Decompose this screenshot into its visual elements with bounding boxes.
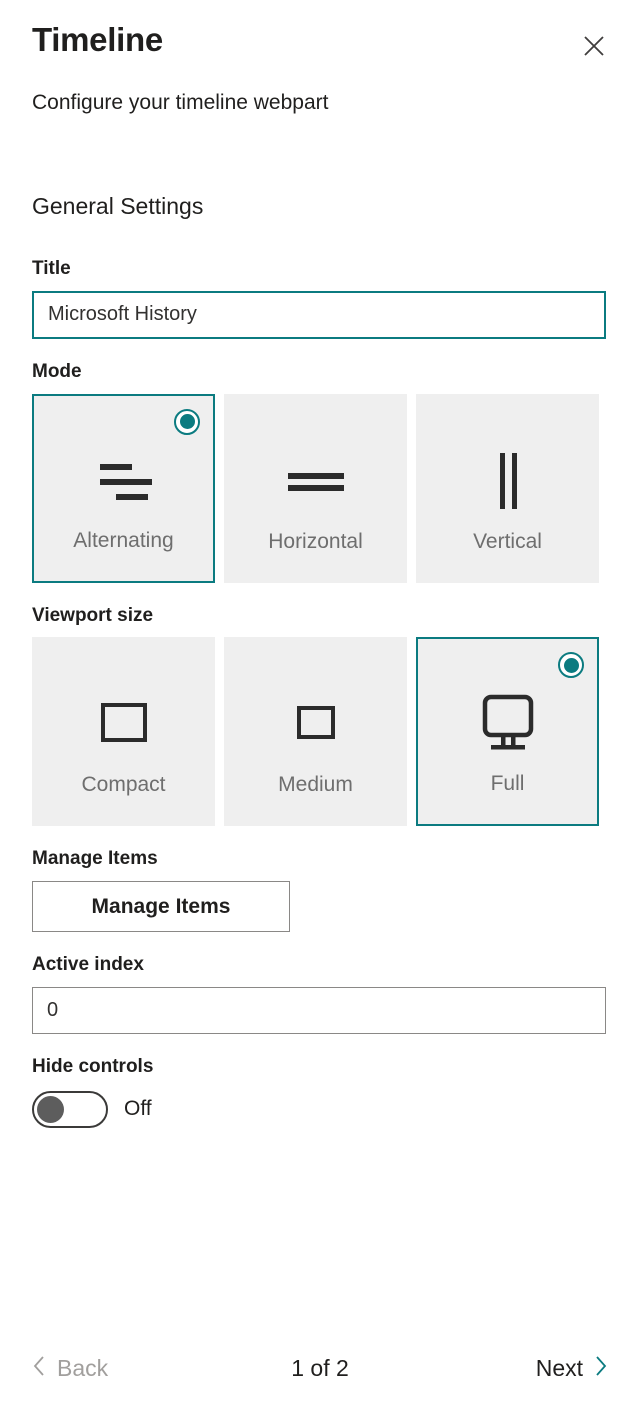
active-index-value: 0 [47, 998, 59, 1021]
horizontal-lines-icon [225, 445, 406, 517]
viewport-tile-medium[interactable]: Medium [224, 637, 407, 827]
close-icon [581, 33, 607, 59]
viewport-tile-group: Compact Medium Full [32, 637, 608, 827]
section-heading-general-settings: General Settings [32, 193, 204, 219]
back-label: Back [57, 1355, 109, 1381]
title-input[interactable]: Microsoft History [32, 290, 606, 339]
mode-tile-alternating[interactable]: Alternating [32, 393, 215, 583]
mode-tile-label: Horizontal [268, 529, 363, 553]
title-input-value: Microsoft History [48, 303, 197, 326]
chevron-right-icon [594, 1355, 608, 1383]
hide-controls-state: Off [124, 1097, 152, 1121]
active-index-label: Active index [32, 954, 144, 976]
rectangle-small-icon [225, 688, 406, 760]
rectangle-large-icon [33, 688, 214, 760]
chevron-left-icon [32, 1355, 46, 1383]
header-row: Timeline [32, 21, 608, 64]
panel-header: Timeline Configure your timeline webpart [0, 0, 640, 115]
mode-tile-label: Vertical [473, 529, 542, 553]
mode-tile-group: Alternating Horizontal Vertical [32, 393, 608, 583]
viewport-tile-compact[interactable]: Compact [32, 637, 215, 827]
viewport-tile-label: Full [490, 772, 525, 796]
hide-controls-label: Hide controls [32, 1055, 154, 1077]
monitor-icon [418, 689, 597, 761]
close-button[interactable] [576, 28, 612, 64]
page-title: Timeline [32, 21, 163, 58]
viewport-tile-label: Medium [278, 773, 353, 797]
radio-selected-icon [558, 652, 584, 679]
viewport-group-label: Viewport size [32, 604, 154, 626]
next-button[interactable]: Next [536, 1355, 608, 1383]
toggle-knob [37, 1095, 64, 1123]
radio-selected-icon [174, 408, 200, 435]
mode-tile-label: Alternating [73, 528, 174, 552]
viewport-tile-full[interactable]: Full [416, 637, 599, 827]
panel-subtitle: Configure your timeline webpart [32, 91, 329, 114]
viewport-tile-label: Compact [81, 773, 166, 797]
hide-controls-toggle[interactable] [32, 1090, 108, 1128]
active-index-input[interactable]: 0 [32, 986, 606, 1034]
mode-tile-vertical[interactable]: Vertical [416, 393, 599, 583]
mode-tile-horizontal[interactable]: Horizontal [224, 393, 407, 583]
property-pane: Timeline Configure your timeline webpart… [0, 0, 640, 1421]
panel-footer: Back 1 of 2 Next [0, 1316, 640, 1421]
next-label: Next [535, 1355, 583, 1381]
alternating-lines-icon [34, 446, 213, 518]
manage-items-button[interactable]: Manage Items [32, 881, 290, 933]
mode-group-label: Mode [32, 360, 82, 382]
title-field-label: Title [32, 258, 71, 279]
manage-items-label: Manage Items [32, 848, 158, 870]
hide-controls-row: Off [32, 1090, 608, 1128]
back-button[interactable]: Back [32, 1355, 108, 1383]
panel-body: Title Microsoft History Mode Alternating [0, 258, 640, 1128]
vertical-lines-icon [417, 445, 598, 517]
